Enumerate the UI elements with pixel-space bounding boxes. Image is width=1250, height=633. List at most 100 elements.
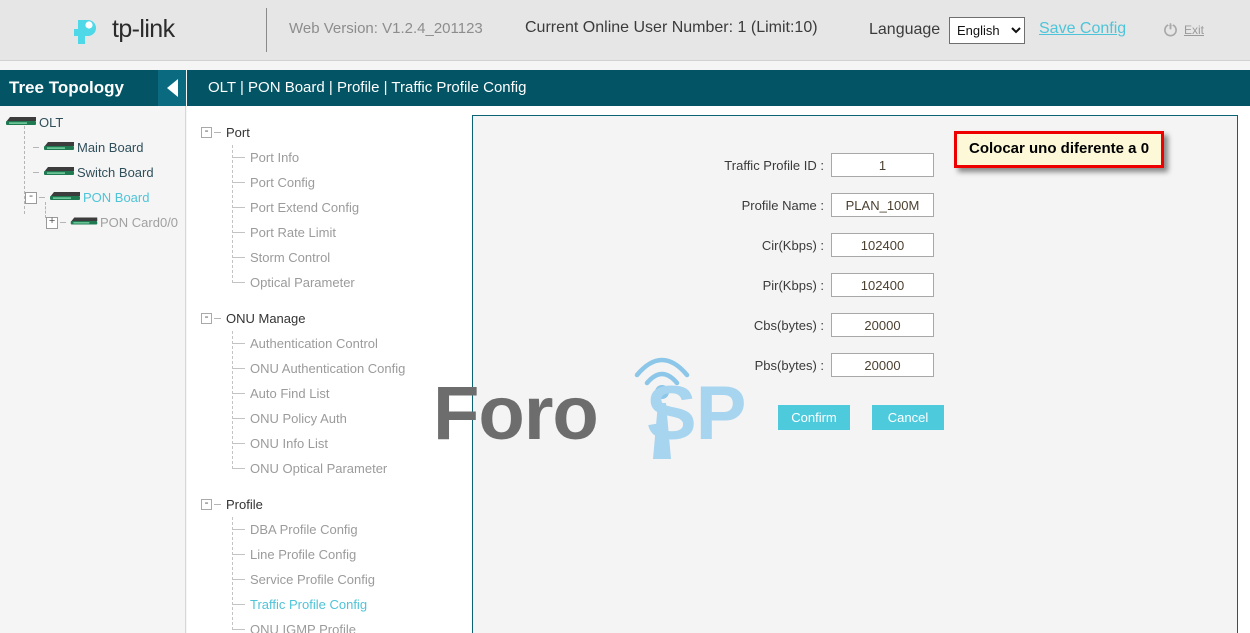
form-button-row: Confirm Cancel	[778, 405, 944, 430]
tree-toggle-icon[interactable]: -	[25, 192, 37, 204]
exit-label: Exit	[1184, 23, 1204, 37]
annotation-text: Colocar uno diferente a 0	[969, 140, 1149, 157]
menu-item-authentication-control[interactable]: Authentication Control	[201, 331, 472, 356]
tree-connector-line	[24, 126, 25, 214]
device-board-icon	[42, 164, 76, 181]
menu-item-dash-icon	[232, 282, 245, 283]
content-area: Foro SP Traffic Profile ID :Profile Name…	[472, 106, 1250, 633]
form-row-cbs-bytes: Cbs(bytes) :	[701, 313, 934, 337]
menu-item-onu-policy-auth[interactable]: ONU Policy Auth	[201, 406, 472, 431]
traffic-profile-id-label: Traffic Profile ID :	[701, 158, 831, 173]
menu-item-port-rate-limit[interactable]: Port Rate Limit	[201, 220, 472, 245]
menu-item-port-extend-config[interactable]: Port Extend Config	[201, 195, 472, 220]
menu-item-dash-icon	[232, 257, 245, 258]
menu-item-service-profile-config[interactable]: Service Profile Config	[201, 567, 472, 592]
menu-item-label: Authentication Control	[250, 336, 378, 351]
menu-item-label: Auto Find List	[250, 386, 330, 401]
exit-button[interactable]: Exit	[1163, 22, 1204, 37]
menu-item-dash-icon	[232, 182, 245, 183]
cbs-bytes-input[interactable]	[831, 313, 934, 337]
tree-node-pon-board[interactable]: - PON Board	[0, 185, 186, 210]
menu-item-dash-icon	[232, 604, 245, 605]
menu-item-onu-info-list[interactable]: ONU Info List	[201, 431, 472, 456]
tree-node-label: Switch Board	[77, 165, 154, 180]
profile-name-input[interactable]	[831, 193, 934, 217]
menu-item-label: Service Profile Config	[250, 572, 375, 587]
navigation-menu: - Port Port Info Port Config Port Extend Con…	[187, 106, 472, 633]
menu-item-dba-profile-config[interactable]: DBA Profile Config	[201, 517, 472, 542]
menu-item-label: ONU IGMP Profile	[250, 622, 356, 633]
pbs-bytes-label: Pbs(bytes) :	[701, 358, 831, 373]
menu-item-dash-icon	[232, 629, 245, 630]
menu-group-toggle-icon[interactable]: -	[201, 499, 212, 510]
sidebar-collapse-button[interactable]	[158, 70, 186, 106]
form-row-profile-name: Profile Name :	[701, 193, 934, 217]
traffic-profile-id-input[interactable]	[831, 153, 934, 177]
tree-node-olt[interactable]: OLT	[0, 110, 186, 135]
language-select[interactable]: English	[949, 17, 1025, 44]
menu-item-dash-icon	[232, 207, 245, 208]
menu-group-toggle-icon[interactable]: -	[201, 127, 212, 138]
form-row-pbs-bytes: Pbs(bytes) :	[701, 353, 934, 377]
cir-kbps-input[interactable]	[831, 233, 934, 257]
menu-item-dash-icon	[232, 529, 245, 530]
menu-group-toggle-icon[interactable]: -	[201, 313, 212, 324]
web-version-text: Web Version: V1.2.4_201123	[289, 20, 483, 37]
language-label: Language	[869, 21, 940, 39]
menu-item-label: ONU Authentication Config	[250, 361, 405, 376]
menu-item-auto-find-list[interactable]: Auto Find List	[201, 381, 472, 406]
tree-node-pon-card0-0[interactable]: + PON Card0/0	[0, 210, 186, 235]
menu-group-header[interactable]: - Profile	[201, 492, 472, 517]
menu-item-dash-icon	[232, 232, 245, 233]
tree-node-switch-board[interactable]: Switch Board	[0, 160, 186, 185]
menu-item-line-profile-config[interactable]: Line Profile Config	[201, 542, 472, 567]
tree-toggle-icon[interactable]: +	[46, 217, 58, 229]
menu-item-dash-icon	[232, 393, 245, 394]
menu-item-label: DBA Profile Config	[250, 522, 358, 537]
menu-item-onu-authentication-config[interactable]: ONU Authentication Config	[201, 356, 472, 381]
form-row-pir-kbps: Pir(Kbps) :	[701, 273, 934, 297]
tp-link-logo-icon	[70, 11, 106, 47]
save-config-link[interactable]: Save Config	[1039, 20, 1126, 38]
tree-node-label: PON Board	[83, 190, 149, 205]
confirm-button[interactable]: Confirm	[778, 405, 850, 430]
menu-item-dash-icon	[232, 343, 245, 344]
menu-item-port-info[interactable]: Port Info	[201, 145, 472, 170]
menu-item-label: Port Extend Config	[250, 200, 359, 215]
brand-name: tp-link	[112, 15, 175, 44]
tree-node-label: PON Card0/0	[100, 215, 178, 230]
menu-group-label: Profile	[226, 497, 263, 512]
cir-kbps-label: Cir(Kbps) :	[701, 238, 831, 253]
menu-item-onu-optical-parameter[interactable]: ONU Optical Parameter	[201, 456, 472, 481]
form-row-cir-kbps: Cir(Kbps) :	[701, 233, 934, 257]
menu-item-label: Port Config	[250, 175, 315, 190]
menu-group-port: - Port Port Info Port Config Port Extend Con…	[201, 120, 472, 295]
power-icon	[1163, 22, 1178, 37]
menu-item-dash-icon	[232, 368, 245, 369]
menu-item-storm-control[interactable]: Storm Control	[201, 245, 472, 270]
device-board-icon	[48, 189, 82, 206]
menu-item-traffic-profile-config[interactable]: Traffic Profile Config	[201, 592, 472, 617]
sidebar-title: Tree Topology	[9, 78, 124, 98]
menu-group-header[interactable]: - Port	[201, 120, 472, 145]
chevron-left-icon	[167, 79, 178, 97]
menu-item-label: ONU Info List	[250, 436, 328, 451]
breadcrumb-bar: OLT | PON Board | Profile | Traffic Prof…	[187, 70, 1250, 106]
menu-item-onu-igmp-profile[interactable]: ONU IGMP Profile	[201, 617, 472, 633]
menu-item-port-config[interactable]: Port Config	[201, 170, 472, 195]
menu-group-profile: - Profile DBA Profile Config Line Profile C…	[201, 492, 472, 633]
menu-item-dash-icon	[232, 443, 245, 444]
menu-group-onu-manage: - ONU Manage Authentication Control ONU Aut…	[201, 306, 472, 481]
olt-web-management-page: tp-link Web Version: V1.2.4_201123 Curre…	[0, 0, 1250, 633]
menu-group-header[interactable]: - ONU Manage	[201, 306, 472, 331]
pir-kbps-input[interactable]	[831, 273, 934, 297]
pbs-bytes-input[interactable]	[831, 353, 934, 377]
menu-item-label: Port Rate Limit	[250, 225, 336, 240]
menu-group-label: Port	[226, 125, 250, 140]
menu-item-optical-parameter[interactable]: Optical Parameter	[201, 270, 472, 295]
menu-group-label: ONU Manage	[226, 311, 305, 326]
device-card-icon	[69, 214, 99, 231]
cancel-button[interactable]: Cancel	[872, 405, 944, 430]
tree-node-main-board[interactable]: Main Board	[0, 135, 186, 160]
brand-logo: tp-link	[70, 11, 175, 47]
